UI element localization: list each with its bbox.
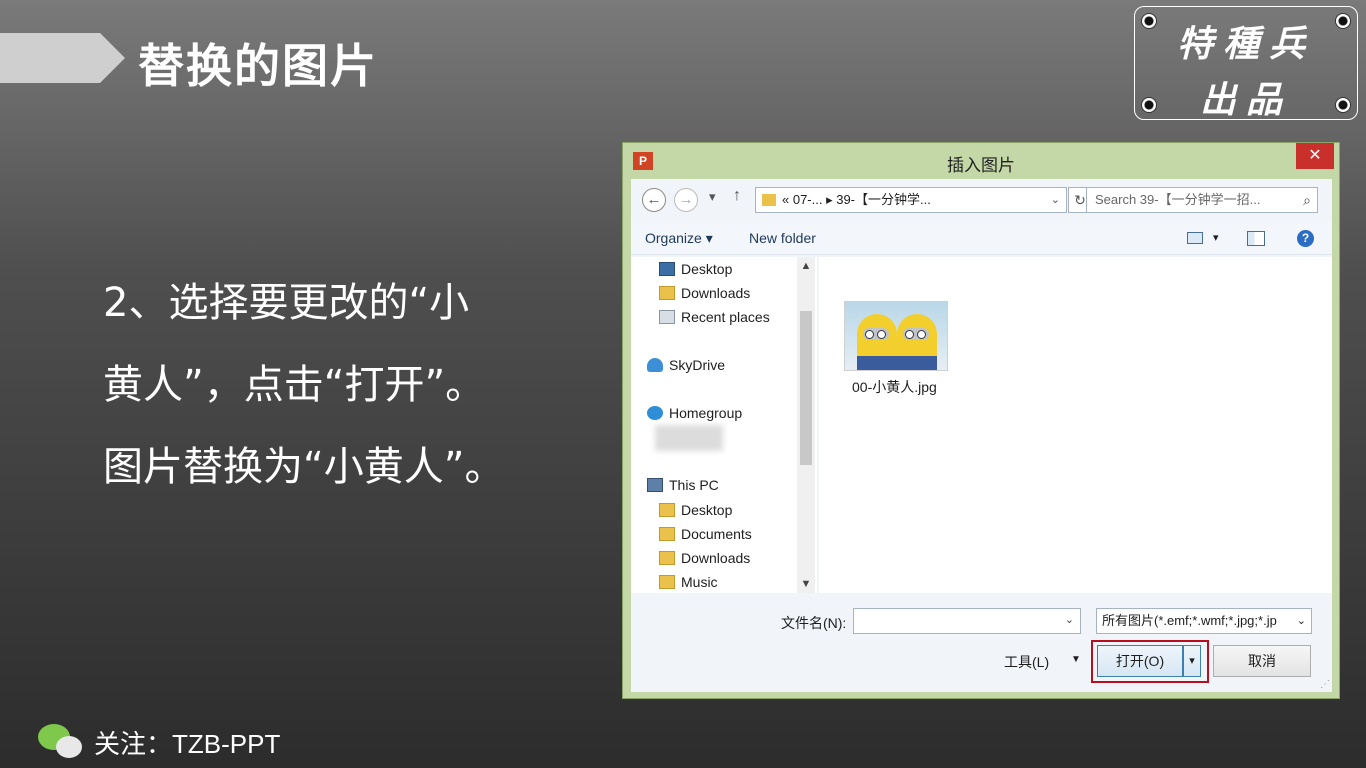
- navigation-pane: Desktop Downloads Recent places SkyDrive…: [631, 257, 817, 593]
- navigation-bar: ← → ▾ ↑ « 07-... ▸ 39-【一分钟学... ⌄ ↻ Searc…: [631, 179, 1332, 219]
- command-bar: Organize ▾ New folder ▾ ?: [631, 221, 1332, 255]
- nav-item-skydrive[interactable]: SkyDrive: [647, 357, 725, 373]
- search-icon[interactable]: ⌕: [1303, 188, 1311, 212]
- slide-title: 替换的图片: [138, 39, 378, 93]
- footer: 关注：TZB-PPT: [38, 722, 280, 762]
- scroll-thumb[interactable]: [800, 311, 812, 465]
- nav-item-downloads-pc[interactable]: Downloads: [659, 550, 750, 566]
- skydrive-icon: [647, 358, 663, 372]
- downloads-icon: [659, 551, 675, 565]
- change-view-icon[interactable]: [1187, 232, 1203, 244]
- filetype-select[interactable]: 所有图片(*.emf;*.wmf;*.jpg;*.jp ⌄: [1096, 608, 1312, 634]
- filetype-value: 所有图片(*.emf;*.wmf;*.jpg;*.jp: [1102, 613, 1277, 628]
- tools-button[interactable]: 工具(L): [1004, 652, 1049, 672]
- folder-icon: [762, 194, 776, 206]
- nav-item-recent-places[interactable]: Recent places: [659, 309, 770, 325]
- address-path: « 07-... ▸ 39-【一分钟学...: [782, 192, 931, 207]
- filename-label: 文件名(N):: [781, 615, 847, 631]
- forward-button[interactable]: →: [674, 188, 698, 212]
- brand-stamp: 特種兵 出品: [1134, 6, 1358, 121]
- tools-dropdown[interactable]: ▼: [1071, 654, 1081, 665]
- instruction-line: 黄人”，点击“打开”。: [103, 362, 486, 408]
- this-pc-icon: [647, 478, 663, 492]
- nav-item-music[interactable]: Music: [659, 574, 718, 590]
- filetype-dropdown[interactable]: ⌄: [1293, 609, 1306, 633]
- brand-line-1: 特種兵: [1176, 23, 1315, 65]
- filename-dropdown[interactable]: ⌄: [1065, 613, 1074, 626]
- nav-item-desktop-pc[interactable]: Desktop: [659, 502, 732, 518]
- folder-icon: [659, 527, 675, 541]
- instruction-line: 图片替换为“小黄人”。: [103, 444, 505, 490]
- back-button[interactable]: ←: [642, 188, 666, 212]
- up-button[interactable]: ↑: [733, 187, 741, 205]
- file-thumbnail[interactable]: [844, 301, 948, 371]
- nav-item-homegroup[interactable]: Homegroup: [647, 405, 742, 421]
- header-arrow: [0, 33, 125, 83]
- close-button[interactable]: ✕: [1296, 143, 1334, 169]
- wechat-icon: [38, 722, 84, 762]
- dialog-titlebar[interactable]: P 插入图片 ✕: [623, 143, 1339, 179]
- nav-item-this-pc[interactable]: This PC: [647, 477, 719, 493]
- view-dropdown[interactable]: ▾: [1213, 231, 1219, 244]
- desktop-icon: [659, 262, 675, 276]
- file-name-label[interactable]: 00-小黄人.jpg: [852, 377, 937, 397]
- file-list: 00-小黄人.jpg: [819, 257, 1332, 593]
- address-dropdown[interactable]: ⌄: [1051, 188, 1060, 212]
- blurred-item: [655, 425, 723, 451]
- insert-picture-dialog: P 插入图片 ✕ ← → ▾ ↑ « 07-... ▸ 39-【一分钟学... …: [622, 142, 1340, 699]
- cancel-button[interactable]: 取消: [1213, 645, 1311, 677]
- preview-pane-icon[interactable]: [1247, 231, 1265, 246]
- nav-scrollbar[interactable]: ▲ ▼: [797, 257, 815, 593]
- recent-locations-dropdown[interactable]: ▾: [709, 189, 716, 205]
- resize-grip[interactable]: ⋰: [1320, 679, 1330, 690]
- open-split-dropdown[interactable]: ▾: [1183, 645, 1201, 677]
- brand-line-2: 出品: [1199, 79, 1292, 121]
- instruction-line: 2、选择要更改的“小: [103, 280, 470, 326]
- address-bar[interactable]: « 07-... ▸ 39-【一分钟学... ⌄: [755, 187, 1067, 213]
- instructions-text: 2、选择要更改的“小 黄人”，点击“打开”。 图片替换为“小黄人”。: [103, 262, 603, 508]
- nav-item-desktop[interactable]: Desktop: [659, 261, 732, 277]
- scroll-down-icon[interactable]: ▼: [797, 575, 815, 593]
- folder-icon: [659, 575, 675, 589]
- nav-item-documents[interactable]: Documents: [659, 526, 752, 542]
- downloads-icon: [659, 286, 675, 300]
- filename-input[interactable]: ⌄: [853, 608, 1081, 634]
- dialog-title: 插入图片: [947, 156, 1015, 175]
- organize-button[interactable]: Organize ▾: [645, 230, 713, 247]
- open-button[interactable]: 打开(O): [1097, 645, 1183, 677]
- folder-icon: [659, 503, 675, 517]
- help-icon[interactable]: ?: [1297, 230, 1314, 247]
- new-folder-button[interactable]: New folder: [749, 230, 816, 246]
- homegroup-icon: [647, 406, 663, 420]
- dialog-client: ← → ▾ ↑ « 07-... ▸ 39-【一分钟学... ⌄ ↻ Searc…: [631, 179, 1332, 692]
- search-input[interactable]: Search 39-【一分钟学一招... ⌕: [1086, 187, 1318, 213]
- recent-places-icon: [659, 310, 675, 324]
- nav-item-downloads[interactable]: Downloads: [659, 285, 750, 301]
- footer-text: 关注：TZB-PPT: [94, 728, 281, 759]
- search-placeholder: Search 39-【一分钟学一招...: [1095, 192, 1261, 207]
- scroll-up-icon[interactable]: ▲: [797, 257, 815, 275]
